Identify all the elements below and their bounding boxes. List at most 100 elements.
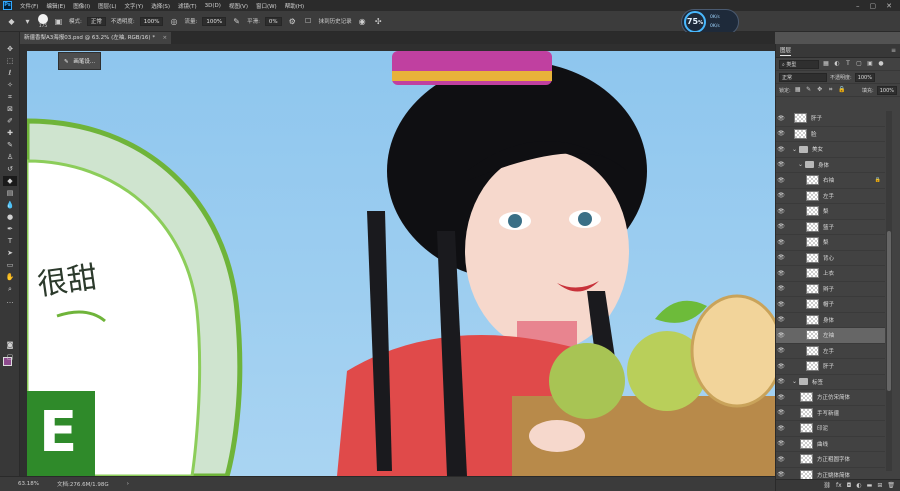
brush-preset-picker[interactable]: 175 bbox=[38, 13, 48, 29]
fx-icon[interactable]: fx bbox=[836, 482, 842, 489]
marquee-tool-icon[interactable]: ⬚ bbox=[3, 56, 17, 66]
menu-image[interactable]: 图像(I) bbox=[69, 2, 94, 10]
layer-row[interactable]: 👁 帽子 bbox=[776, 297, 885, 313]
maximize-icon[interactable]: ▢ bbox=[870, 2, 877, 10]
eraser-tool-icon[interactable]: ◆ bbox=[3, 176, 17, 186]
lock-position-icon[interactable]: ✥ bbox=[816, 86, 824, 94]
filter-toggle-icon[interactable]: ● bbox=[877, 60, 885, 68]
move-tool-icon[interactable]: ✥ bbox=[3, 44, 17, 54]
filter-adjustment-icon[interactable]: ◐ bbox=[833, 60, 841, 68]
lock-artboard-icon[interactable]: ⌗ bbox=[827, 86, 835, 94]
airbrush-icon[interactable]: ✎ bbox=[231, 16, 242, 27]
visibility-eye-icon[interactable]: 👁 bbox=[776, 115, 786, 122]
lock-image-icon[interactable]: ✎ bbox=[805, 86, 813, 94]
mode-select[interactable]: 正常 bbox=[86, 16, 106, 26]
new-layer-icon[interactable]: ⊞ bbox=[877, 482, 882, 489]
chevron-down-icon[interactable]: ⌄ bbox=[792, 378, 797, 385]
clone-stamp-tool-icon[interactable]: ♙ bbox=[3, 152, 17, 162]
path-selection-tool-icon[interactable]: ➤ bbox=[3, 248, 17, 258]
visibility-eye-icon[interactable]: 👁 bbox=[776, 146, 786, 153]
visibility-eye-icon[interactable]: 👁 bbox=[776, 239, 786, 246]
zoom-tool-icon[interactable]: ⌕ bbox=[3, 284, 17, 294]
opacity-field[interactable]: 100% bbox=[139, 16, 164, 26]
pen-tool-icon[interactable]: ✒ bbox=[3, 224, 17, 234]
pressure-size-icon[interactable]: ◉ bbox=[357, 16, 368, 27]
layer-row[interactable]: 👁 梨 bbox=[776, 235, 885, 251]
filter-type-icon[interactable]: T bbox=[844, 60, 852, 68]
symmetry-icon[interactable]: ✣ bbox=[373, 16, 384, 27]
visibility-eye-icon[interactable]: 👁 bbox=[776, 456, 786, 463]
layer-row[interactable]: 👁 梨 bbox=[776, 204, 885, 220]
frame-tool-icon[interactable]: ⊠ bbox=[3, 104, 17, 114]
layer-row[interactable]: 👁 方正仿宋简体 bbox=[776, 390, 885, 406]
magic-wand-tool-icon[interactable]: ✧ bbox=[3, 80, 17, 90]
layer-row[interactable]: 👁 脸 bbox=[776, 127, 885, 142]
brush-settings-icon[interactable]: ▣ bbox=[53, 16, 64, 27]
layer-row[interactable]: 👁 肝子 bbox=[776, 359, 885, 375]
erase-to-history-label[interactable]: 抹到历史记录 bbox=[319, 17, 352, 25]
quick-mask-icon[interactable]: ◙ bbox=[3, 340, 17, 350]
status-arrow-icon[interactable]: › bbox=[127, 481, 129, 487]
layer-group-row[interactable]: 👁 ⌄ 美女 bbox=[776, 142, 885, 158]
history-brush-tool-icon[interactable]: ↺ bbox=[3, 164, 17, 174]
chevron-down-icon[interactable]: ⌄ bbox=[792, 146, 797, 153]
layer-row[interactable]: 👁 左手 bbox=[776, 344, 885, 359]
horizontal-ruler[interactable] bbox=[20, 44, 775, 51]
menu-type[interactable]: 文字(Y) bbox=[121, 2, 148, 10]
gradient-tool-icon[interactable]: ▤ bbox=[3, 188, 17, 198]
visibility-eye-icon[interactable]: 👁 bbox=[776, 440, 786, 447]
more-tools-icon[interactable]: … bbox=[3, 296, 17, 306]
filter-smart-icon[interactable]: ▣ bbox=[866, 60, 874, 68]
blend-mode-select[interactable]: 正常 bbox=[779, 72, 827, 82]
visibility-eye-icon[interactable]: 👁 bbox=[776, 177, 786, 184]
visibility-eye-icon[interactable]: 👁 bbox=[776, 316, 786, 323]
layer-row[interactable]: 👁 背心 bbox=[776, 251, 885, 266]
gear-icon[interactable]: ⚙ bbox=[287, 16, 298, 27]
layers-tab[interactable]: 图层 bbox=[780, 46, 792, 56]
visibility-eye-icon[interactable]: 👁 bbox=[776, 425, 786, 432]
menu-window[interactable]: 窗口(W) bbox=[252, 2, 281, 10]
smoothing-field[interactable]: 0% bbox=[264, 16, 282, 26]
filter-pixel-icon[interactable]: ▦ bbox=[822, 60, 830, 68]
dodge-tool-icon[interactable]: ● bbox=[3, 212, 17, 222]
vertical-ruler[interactable] bbox=[20, 44, 27, 476]
layer-row[interactable]: 👁 方正粗圆字体 bbox=[776, 452, 885, 468]
layer-group-row[interactable]: 👁 ⌄ 标签 bbox=[776, 375, 885, 390]
zoom-level[interactable]: 63.18% bbox=[18, 481, 39, 487]
adjustment-layer-icon[interactable]: ◐ bbox=[856, 482, 861, 489]
visibility-eye-icon[interactable]: 👁 bbox=[776, 394, 786, 401]
visibility-eye-icon[interactable]: 👁 bbox=[776, 301, 786, 308]
layers-scroll-thumb[interactable] bbox=[887, 231, 891, 391]
layer-row[interactable]: 👁 左袖 bbox=[776, 328, 885, 344]
visibility-eye-icon[interactable]: 👁 bbox=[776, 409, 786, 416]
layer-row[interactable]: 👁 篮子 bbox=[776, 220, 885, 235]
layer-row[interactable]: 👁 左手 bbox=[776, 189, 885, 204]
layer-row[interactable]: 👁 辫子 bbox=[776, 282, 885, 297]
close-tab-icon[interactable]: × bbox=[162, 32, 167, 44]
menu-3d[interactable]: 3D(D) bbox=[201, 3, 225, 9]
visibility-eye-icon[interactable]: 👁 bbox=[776, 223, 786, 230]
layer-row[interactable]: 👁 手写新疆 bbox=[776, 406, 885, 421]
link-layers-icon[interactable]: ⛓ bbox=[823, 482, 831, 489]
healing-brush-tool-icon[interactable]: ✚ bbox=[3, 128, 17, 138]
trash-icon[interactable]: 🗑 bbox=[887, 482, 895, 489]
crop-tool-icon[interactable]: ⌗ bbox=[3, 92, 17, 102]
photoshop-logo-icon[interactable]: Ps bbox=[3, 1, 12, 10]
visibility-eye-icon[interactable]: 👁 bbox=[776, 270, 786, 277]
hand-tool-icon[interactable]: ✋ bbox=[3, 272, 17, 282]
lock-all-icon[interactable]: 🔒 bbox=[838, 86, 846, 94]
visibility-eye-icon[interactable]: 👁 bbox=[776, 363, 786, 370]
layer-row[interactable]: 👁 右袖 🔒 bbox=[776, 173, 885, 189]
type-tool-icon[interactable]: T bbox=[3, 236, 17, 246]
fill-field[interactable]: 100% bbox=[876, 85, 897, 95]
add-mask-icon[interactable]: ◘ bbox=[847, 482, 852, 489]
lock-transparent-icon[interactable]: ▦ bbox=[794, 86, 802, 94]
pressure-opacity-icon[interactable]: ◎ bbox=[168, 16, 179, 27]
shape-tool-icon[interactable]: ▭ bbox=[3, 260, 17, 270]
visibility-eye-icon[interactable]: 👁 bbox=[776, 192, 786, 199]
document-tab[interactable]: 新疆香梨A3海报03.psd @ 63.2% (左袖, RGB/16) * × bbox=[20, 32, 172, 44]
visibility-eye-icon[interactable]: 👁 bbox=[776, 332, 786, 339]
lasso-tool-icon[interactable]: ℓ bbox=[3, 68, 17, 78]
menu-layer[interactable]: 图层(L) bbox=[94, 2, 120, 10]
menu-view[interactable]: 视图(V) bbox=[225, 2, 252, 10]
